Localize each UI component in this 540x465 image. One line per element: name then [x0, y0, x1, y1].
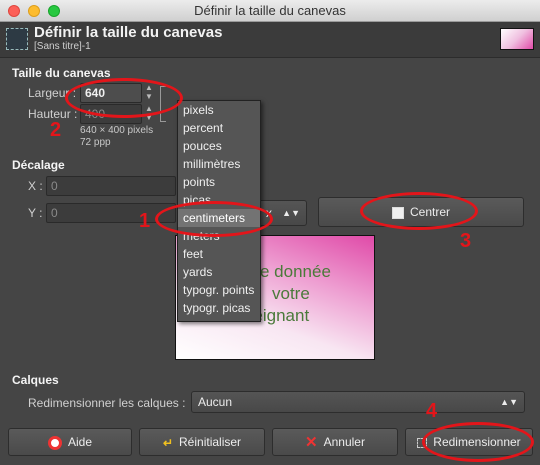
resize-layers-value: Aucun [198, 395, 233, 409]
reset-icon: ↵ [162, 435, 174, 450]
combo-arrows-icon: ▲▼ [282, 208, 300, 218]
offset-x-label: X : [28, 179, 43, 193]
reset-button[interactable]: ↵ Réinitialiser [139, 428, 265, 456]
window-title-bar: Définir la taille du canevas [0, 0, 540, 22]
dialog-subtitle: [Sans titre]-1 [34, 41, 91, 52]
reset-button-label: Réinitialiser [179, 435, 242, 449]
combo-arrows-icon: ▲▼ [500, 397, 518, 407]
annotation-oval-resize [422, 422, 534, 462]
minimize-window-button[interactable] [28, 5, 40, 17]
unit-option-inches[interactable]: pouces [178, 137, 260, 155]
annotation-number-1: 1 [139, 210, 151, 232]
annotation-oval-centimeters [155, 201, 273, 237]
dialog-title: Définir la taille du canevas [34, 24, 223, 41]
unit-option-yards[interactable]: yards [178, 263, 260, 281]
help-button-label: Aide [67, 435, 93, 449]
resize-layers-combo[interactable]: Aucun ▲▼ [191, 391, 525, 413]
image-thumbnail [500, 28, 534, 50]
unit-option-feet[interactable]: feet [178, 245, 260, 263]
cancel-icon: ✕ [305, 433, 318, 451]
lifebuoy-icon [47, 435, 62, 450]
unit-option-pixels[interactable]: pixels [178, 101, 260, 119]
layers-section-title: Calques [12, 373, 59, 387]
offset-section-title: Décalage [12, 158, 65, 172]
cancel-button-label: Annuler [323, 435, 365, 449]
canvas-size-icon [6, 28, 28, 50]
annotation-number-3: 3 [460, 230, 472, 252]
resize-layers-label: Redimensionner les calques : [28, 396, 186, 410]
preview-text-line1: e donnée [260, 262, 331, 281]
zoom-window-button[interactable] [48, 5, 60, 17]
preview-text-line2: votre [272, 284, 310, 303]
window-title: Définir la taille du canevas [194, 3, 346, 18]
canvas-size-section-title: Taille du canevas [12, 66, 111, 80]
help-button[interactable]: Aide [8, 428, 132, 456]
cancel-button[interactable]: ✕ Annuler [272, 428, 398, 456]
offset-x-input[interactable]: 0 [46, 176, 176, 196]
size-info-pixels: 640 × 400 pixels [80, 125, 154, 136]
annotation-number-2: 2 [50, 119, 62, 141]
unit-option-millimeters[interactable]: millimètres [178, 155, 260, 173]
unit-option-points[interactable]: points [178, 173, 260, 191]
unit-option-typogr-picas[interactable]: typogr. picas [178, 299, 260, 317]
annotation-oval-width [65, 78, 183, 118]
close-window-button[interactable] [8, 5, 20, 17]
offset-y-label: Y : [28, 206, 43, 220]
annotation-number-4: 4 [426, 400, 438, 422]
unit-option-typogr-points[interactable]: typogr. points [178, 281, 260, 299]
unit-option-percent[interactable]: percent [178, 119, 260, 137]
annotation-oval-center [360, 192, 478, 230]
size-info-resolution: 72 ppp [80, 137, 111, 148]
